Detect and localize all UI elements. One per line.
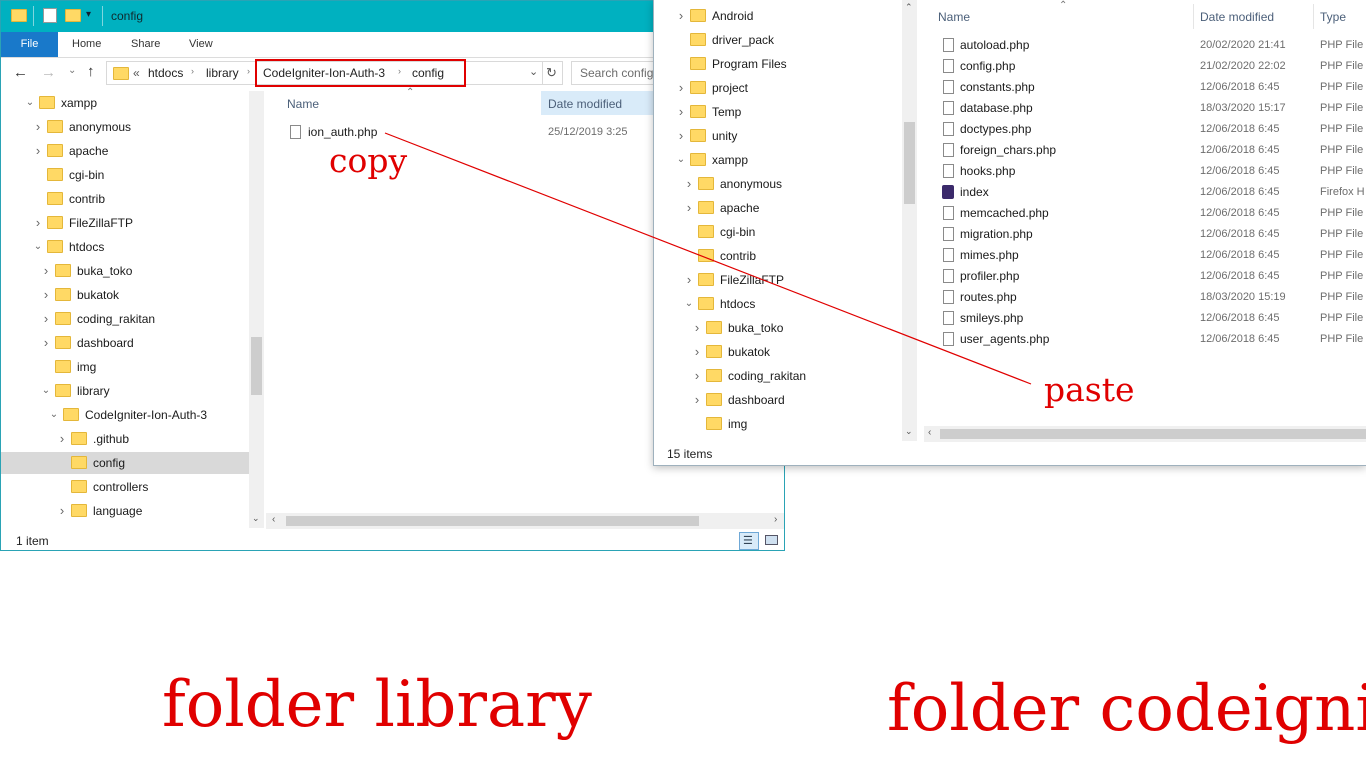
paste-annotation: paste <box>1044 370 1135 409</box>
copy-annotation: copy <box>329 141 408 180</box>
caption-folder-library: folder library <box>162 668 592 742</box>
caption-folder-codeigniter: folder codeignit <box>887 672 1366 746</box>
copy-paste-arrow-line <box>384 132 1032 385</box>
caption-clip: folder codeignit <box>887 672 1366 768</box>
annotation-layer <box>384 132 1032 385</box>
